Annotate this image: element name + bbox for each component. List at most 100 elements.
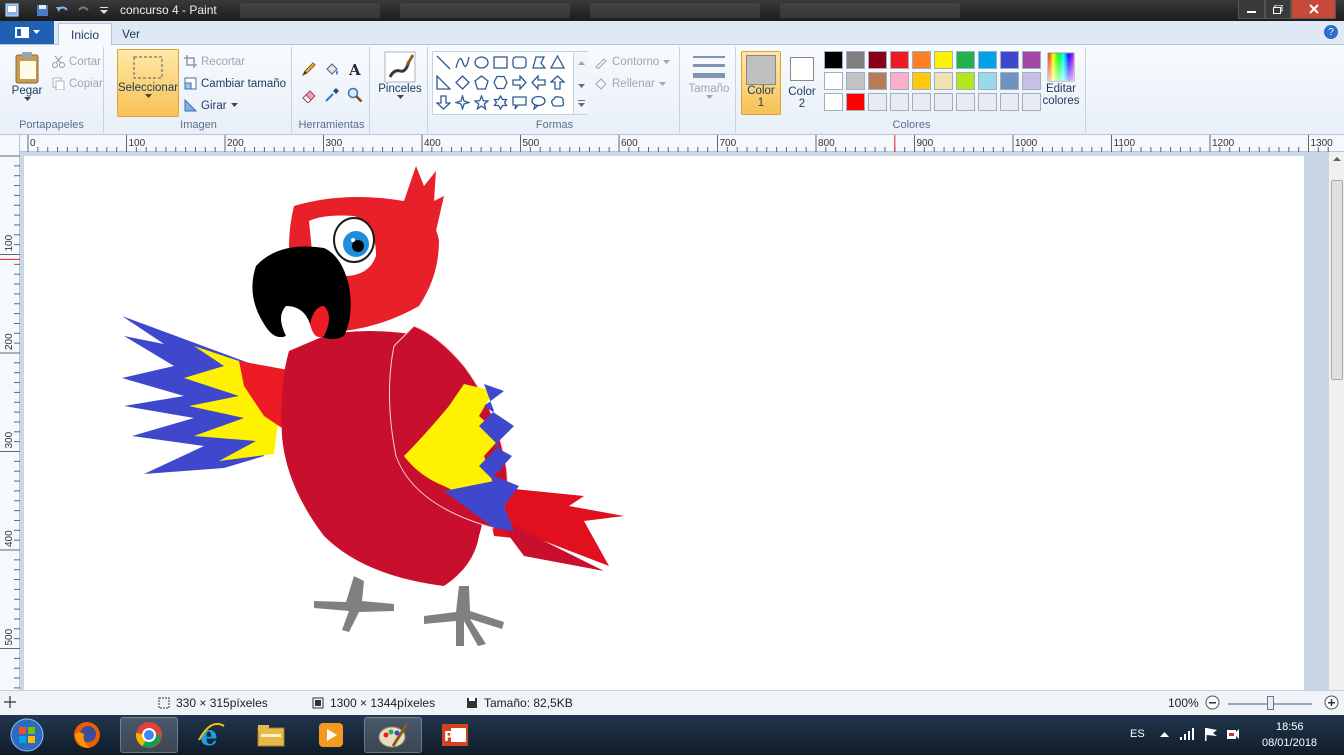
vertical-scrollbar[interactable] (1328, 152, 1344, 690)
text-tool-icon[interactable]: A (344, 59, 366, 79)
media-player-taskbar-icon[interactable] (302, 717, 360, 753)
network-signal-icon[interactable] (1180, 727, 1194, 741)
minimize-button[interactable] (1238, 0, 1265, 19)
tab-ver[interactable]: Ver (110, 23, 152, 45)
color-picker-icon[interactable] (321, 85, 343, 105)
color-swatch[interactable] (868, 93, 887, 111)
color-swatch[interactable] (912, 51, 931, 69)
four-point-star-shape-icon[interactable] (453, 93, 472, 112)
color-swatch[interactable] (956, 51, 975, 69)
color-swatch[interactable] (868, 72, 887, 90)
line-shape-icon[interactable] (434, 53, 453, 72)
clock-time[interactable]: 18:56 (1276, 721, 1304, 733)
drawing-canvas[interactable] (24, 156, 1304, 690)
file-menu-button[interactable] (0, 21, 54, 44)
color-swatch[interactable] (846, 51, 865, 69)
diamond-shape-icon[interactable] (453, 73, 472, 92)
help-icon[interactable]: ? (1324, 25, 1338, 39)
color-swatch[interactable] (1022, 51, 1041, 69)
color-swatch[interactable] (912, 72, 931, 90)
restore-button[interactable] (1265, 0, 1291, 19)
show-hidden-icons-icon[interactable] (1160, 731, 1169, 738)
resize-button[interactable]: Cambiar tamaño (184, 77, 286, 90)
oval-shape-icon[interactable] (472, 53, 491, 72)
six-point-star-shape-icon[interactable] (491, 93, 510, 112)
curve-shape-icon[interactable] (453, 53, 472, 72)
color-swatch[interactable] (956, 72, 975, 90)
cloud-callout-shape-icon[interactable] (548, 93, 567, 112)
rectangular-callout-shape-icon[interactable] (510, 93, 529, 112)
color-swatch[interactable] (824, 93, 843, 111)
file-explorer-taskbar-icon[interactable] (242, 717, 300, 753)
redo-icon[interactable] (76, 2, 92, 18)
pencil-icon[interactable] (298, 59, 320, 79)
color1-button[interactable]: Color 1 (741, 51, 781, 115)
polygon-shape-icon[interactable] (529, 53, 548, 72)
size-button[interactable]: Tamaño (686, 53, 732, 100)
paste-button[interactable]: Pegar (8, 51, 46, 102)
color2-button[interactable]: Color 2 (784, 51, 820, 115)
rounded-rectangle-shape-icon[interactable] (510, 53, 529, 72)
right-triangle-shape-icon[interactable] (434, 73, 453, 92)
color-swatch[interactable] (978, 72, 997, 90)
copy-button[interactable]: Copiar (52, 77, 103, 90)
battery-power-icon[interactable] (1226, 727, 1240, 741)
hexagon-shape-icon[interactable] (491, 73, 510, 92)
right-arrow-shape-icon[interactable] (510, 73, 529, 92)
zoom-out-button[interactable] (1205, 695, 1220, 710)
undo-icon[interactable] (54, 2, 70, 18)
color-swatch[interactable] (1000, 51, 1019, 69)
customize-quick-access-icon[interactable] (96, 2, 112, 18)
edit-colors-button[interactable]: Editar colores (1040, 51, 1082, 107)
color-swatch[interactable] (978, 93, 997, 111)
color-swatch[interactable] (890, 51, 909, 69)
color-swatch[interactable] (1022, 72, 1041, 90)
clock-date[interactable]: 08/01/2018 (1262, 737, 1317, 749)
scrollbar-thumb[interactable] (1331, 180, 1343, 380)
color-swatch[interactable] (956, 93, 975, 111)
zoom-slider-thumb[interactable] (1267, 696, 1274, 710)
color-swatch[interactable] (978, 51, 997, 69)
fill-bucket-icon[interactable] (321, 59, 343, 79)
paint-app-icon[interactable] (4, 2, 20, 18)
color-swatch[interactable] (934, 93, 953, 111)
color-swatch[interactable] (1000, 72, 1019, 90)
eraser-icon[interactable] (298, 85, 320, 105)
rectangle-shape-icon[interactable] (491, 53, 510, 72)
start-button[interactable] (2, 717, 52, 753)
color-swatch[interactable] (868, 51, 887, 69)
triangle-shape-icon[interactable] (548, 53, 567, 72)
color-swatch[interactable] (1000, 93, 1019, 111)
color-swatch[interactable] (846, 93, 865, 111)
firefox-taskbar-icon[interactable] (58, 717, 116, 753)
zoom-in-button[interactable] (1324, 695, 1339, 710)
color-swatch[interactable] (824, 72, 843, 90)
chrome-taskbar-icon[interactable] (120, 717, 178, 753)
pentagon-shape-icon[interactable] (472, 73, 491, 92)
color-swatch[interactable] (890, 72, 909, 90)
save-icon[interactable] (34, 2, 50, 18)
paint-taskbar-icon[interactable] (364, 717, 422, 753)
color-swatch[interactable] (934, 51, 953, 69)
scroll-up-icon[interactable] (1329, 152, 1344, 166)
close-button[interactable] (1291, 0, 1336, 19)
oval-callout-shape-icon[interactable] (529, 93, 548, 112)
crop-button[interactable]: Recortar (184, 55, 245, 68)
brushes-button[interactable]: Pinceles (378, 51, 422, 100)
color-swatch[interactable] (912, 93, 931, 111)
up-arrow-shape-icon[interactable] (548, 73, 567, 92)
language-indicator[interactable]: ES (1130, 728, 1145, 740)
down-arrow-shape-icon[interactable] (434, 93, 453, 112)
left-arrow-shape-icon[interactable] (529, 73, 548, 92)
cut-button[interactable]: Cortar (52, 55, 101, 68)
magnifier-icon[interactable] (344, 85, 366, 105)
select-button[interactable]: Seleccionar (117, 49, 179, 117)
tab-inicio[interactable]: Inicio (58, 23, 113, 45)
internet-explorer-taskbar-icon[interactable]: e (182, 717, 240, 753)
action-center-flag-icon[interactable] (1204, 727, 1218, 741)
color-swatch[interactable] (846, 72, 865, 90)
outline-button[interactable]: Contorno (594, 55, 671, 69)
shapes-gallery-scroll[interactable] (573, 52, 588, 114)
color-swatch[interactable] (934, 72, 953, 90)
color-swatch[interactable] (824, 51, 843, 69)
